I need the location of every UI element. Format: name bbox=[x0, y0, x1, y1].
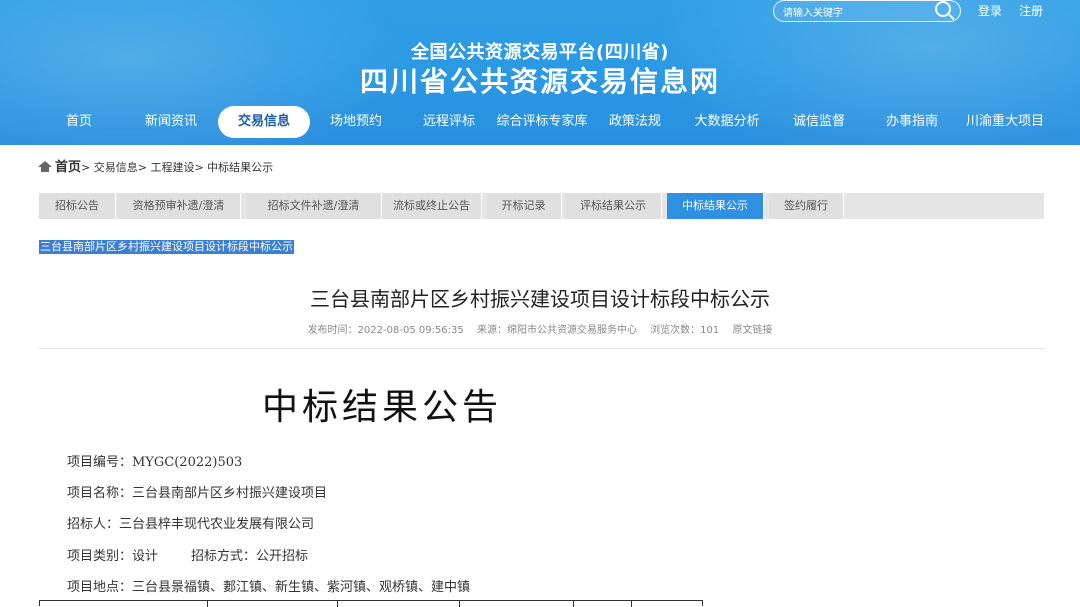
nav-item-credit[interactable]: 诚信监督 bbox=[784, 106, 854, 138]
view-count: 浏览次数：101 bbox=[650, 325, 720, 336]
nav-item-trading[interactable]: 交易信息 bbox=[218, 106, 310, 138]
breadcrumb-separator: > bbox=[81, 161, 91, 174]
nav-item-venue[interactable]: 场地预约 bbox=[320, 106, 392, 138]
breadcrumb-separator: > bbox=[137, 161, 147, 174]
breadcrumb-separator: > bbox=[194, 161, 204, 174]
project-number: 项目编号：MYGC(2022)503 bbox=[67, 455, 243, 470]
nav-item-news[interactable]: 新闻资讯 bbox=[135, 106, 207, 138]
site-title: 四川省公共资源交易信息网 bbox=[359, 65, 720, 98]
tab-prequal-clarify[interactable]: 资格预审补遗/澄清 bbox=[117, 193, 241, 219]
divider bbox=[39, 348, 1044, 349]
article-meta: 发布时间：2022-08-05 09:56:35 来源：绵阳市公共资源交易服务中… bbox=[0, 321, 1080, 336]
nav-item-guide[interactable]: 办事指南 bbox=[877, 106, 947, 138]
article-title: 三台县南部片区乡村振兴建设项目设计标段中标公示 bbox=[310, 287, 770, 311]
nav-item-remote-eval[interactable]: 远程评标 bbox=[413, 106, 485, 138]
project-name: 项目名称：三台县南部片区乡村振兴建设项目 bbox=[67, 486, 328, 501]
tab-opening-record[interactable]: 开标记录 bbox=[486, 193, 562, 219]
login-link[interactable]: 登录 bbox=[978, 2, 1002, 19]
register-link[interactable]: 注册 bbox=[1019, 2, 1043, 19]
publish-time: 发布时间：2022-08-05 09:56:35 bbox=[307, 325, 464, 336]
tab-contract[interactable]: 签约履行 bbox=[769, 193, 844, 219]
search-input[interactable]: 请输入关键字 bbox=[783, 4, 843, 19]
project-category: 项目类别：设计 招标方式：公开招标 bbox=[67, 549, 309, 564]
tab-doc-clarify[interactable]: 招标文件补遗/澄清 bbox=[246, 193, 382, 219]
breadcrumb-trading[interactable]: 交易信息 bbox=[94, 161, 138, 174]
nav-item-home[interactable]: 首页 bbox=[48, 106, 110, 138]
tenderer: 招标人：三台县梓丰现代农业发展有限公司 bbox=[67, 517, 315, 532]
main-nav: 首页 新闻资讯 交易信息 场地预约 远程评标 综合评标专家库 政策法规 大数据分… bbox=[0, 106, 1080, 138]
tab-failed-bid[interactable]: 流标或终止公告 bbox=[382, 193, 482, 219]
home-icon bbox=[38, 161, 52, 172]
breadcrumb: 首页> 交易信息> 工程建设> 中标结果公示 bbox=[38, 156, 273, 175]
selected-article-link[interactable]: 三台县南部片区乡村振兴建设项目设计标段中标公示 bbox=[39, 240, 294, 254]
search-box[interactable]: 请输入关键字 bbox=[773, 0, 961, 22]
category-tabs: 招标公告 资格预审补遗/澄清 招标文件补遗/澄清 流标或终止公告 开标记录 评标… bbox=[39, 193, 1044, 219]
tab-award-result[interactable]: 中标结果公示 bbox=[667, 193, 764, 219]
article-source: 来源：绵阳市公共资源交易服务中心 bbox=[476, 325, 637, 336]
nav-item-policy[interactable]: 政策法规 bbox=[600, 106, 670, 138]
result-table bbox=[39, 600, 703, 607]
nav-item-major-projects[interactable]: 川渝重大项目 bbox=[962, 106, 1048, 138]
breadcrumb-engineering[interactable]: 工程建设 bbox=[150, 161, 194, 174]
original-link[interactable]: 原文链接 bbox=[732, 325, 772, 336]
project-location: 项目地点：三台县景福镇、郪江镇、新生镇、紫河镇、观桥镇、建中镇 bbox=[67, 580, 471, 595]
document-heading: 中标结果公告 bbox=[262, 387, 503, 428]
tab-bid-notice[interactable]: 招标公告 bbox=[39, 193, 116, 219]
tab-eval-result[interactable]: 评标结果公示 bbox=[565, 193, 662, 219]
site-header: 请输入关键字 登录 注册 全国公共资源交易平台(四川省) 四川省公共资源交易信息… bbox=[0, 0, 1080, 145]
breadcrumb-award-result[interactable]: 中标结果公示 bbox=[207, 161, 273, 174]
nav-item-bigdata[interactable]: 大数据分析 bbox=[686, 106, 768, 138]
nav-item-experts[interactable]: 综合评标专家库 bbox=[494, 106, 590, 138]
breadcrumb-home[interactable]: 首页 bbox=[55, 160, 81, 175]
search-icon[interactable] bbox=[935, 1, 951, 17]
